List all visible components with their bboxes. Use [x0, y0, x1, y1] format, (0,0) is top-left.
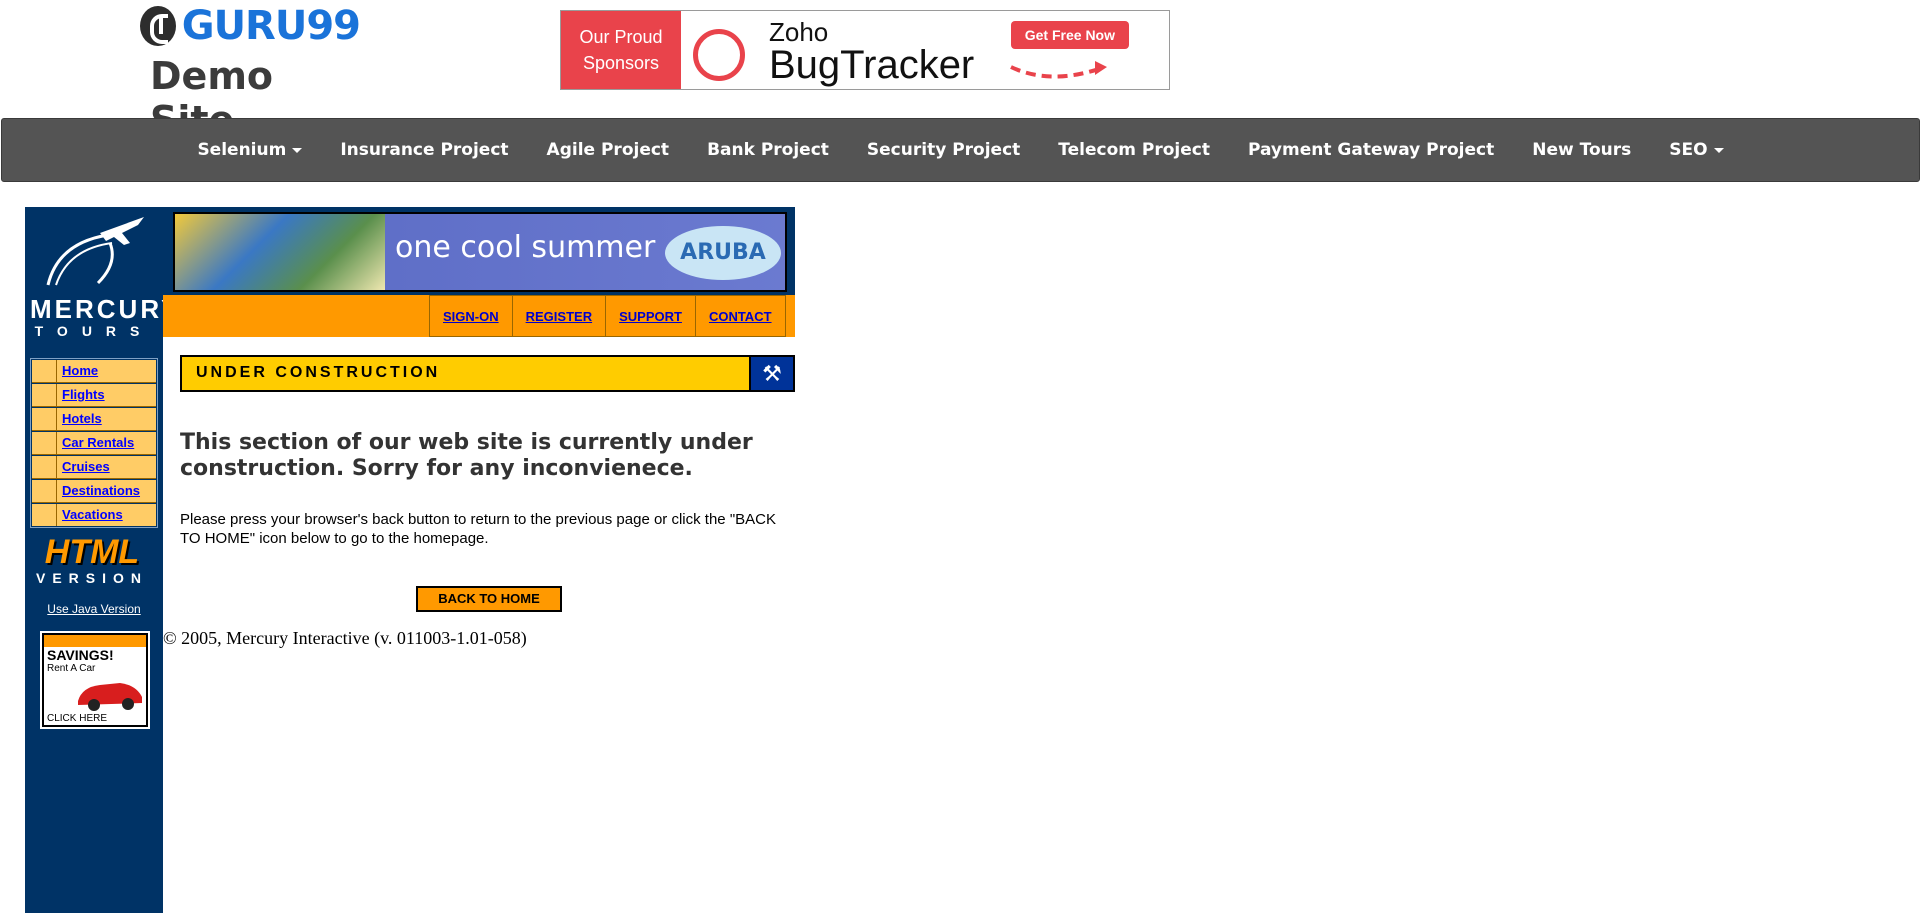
red-car-icon: [78, 683, 142, 711]
sign-on-link[interactable]: SIGN-ON: [429, 295, 512, 337]
side-menu-item: Vacations: [32, 504, 156, 526]
back-to-home-button[interactable]: BACK TO HOME: [416, 586, 562, 612]
construction-message-heading: This section of our web site is currentl…: [180, 430, 753, 481]
tours-logo-text: TOURS: [34, 323, 154, 339]
mercury-logo-text: MERCURY: [30, 294, 182, 324]
side-menu-item: Flights: [32, 384, 156, 407]
nav-seo-label: SEO: [1669, 140, 1708, 160]
menu-bullet: [32, 360, 57, 382]
guru99-logo[interactable]: GURU99 Demo Site: [140, 3, 361, 142]
side-menu-home[interactable]: Home: [57, 360, 156, 382]
menu-bullet: [32, 456, 57, 478]
construction-message-body: Please press your browser's back button …: [180, 511, 776, 547]
nav-seo[interactable]: SEO: [1650, 140, 1742, 160]
savings-top-bar: [44, 635, 146, 647]
side-menu-item: Cruises: [32, 456, 156, 479]
main-navbar: Selenium Insurance Project Agile Project…: [1, 118, 1920, 182]
nav-agile-project[interactable]: Agile Project: [528, 140, 689, 160]
side-menu-cruises[interactable]: Cruises: [57, 456, 156, 478]
use-java-version-link[interactable]: Use Java Version: [30, 602, 158, 616]
nav-insurance-project[interactable]: Insurance Project: [321, 140, 527, 160]
html-version-big: HTML: [44, 533, 140, 571]
banner-text: one cool summer: [395, 230, 656, 265]
logo-text: GURU99: [181, 3, 361, 49]
under-construction-bar: UNDER CONSTRUCTION ⚒: [180, 355, 795, 392]
savings-ad[interactable]: SAVINGS! Rent A Car CLICK HERE: [40, 631, 150, 729]
aruba-logo: ARUBA: [665, 226, 781, 280]
nav-payment-gateway-project[interactable]: Payment Gateway Project: [1229, 140, 1513, 160]
sponsor-banner[interactable]: Our Proud Sponsors Zoho BugTracker Get F…: [560, 10, 1170, 90]
savings-title: SAVINGS!: [47, 647, 114, 663]
nav-bank-project[interactable]: Bank Project: [688, 140, 848, 160]
section-title: UNDER CONSTRUCTION: [196, 364, 441, 381]
tools-icon: ⚒: [749, 357, 793, 390]
side-menu-item: Destinations: [32, 480, 156, 503]
side-menu: Home Flights Hotels Car Rentals Cruises …: [30, 358, 158, 528]
caret-down-icon: [292, 147, 303, 153]
side-menu-hotels[interactable]: Hotels: [57, 408, 156, 430]
side-menu-flights[interactable]: Flights: [57, 384, 156, 406]
bug-icon: [693, 29, 745, 81]
nav-selenium-label: Selenium: [197, 140, 287, 160]
side-menu-car-rentals[interactable]: Car Rentals: [57, 432, 156, 454]
aruba-banner-ad[interactable]: one cool summer ARUBA: [173, 212, 787, 292]
caret-down-icon: [1713, 147, 1724, 153]
savings-cta: CLICK HERE: [47, 713, 108, 724]
side-menu-item: Car Rentals: [32, 432, 156, 455]
menu-bullet: [32, 384, 57, 406]
contact-link[interactable]: CONTACT: [694, 295, 786, 337]
menu-bullet: [32, 504, 57, 526]
get-free-now-button[interactable]: Get Free Now: [1010, 21, 1129, 49]
sponsor-label-line2: Sponsors: [582, 53, 660, 73]
guru99-logo-icon: [140, 6, 176, 46]
side-menu-item: Home: [32, 360, 156, 383]
sponsor-ad: Zoho BugTracker Get Free Now: [681, 11, 1169, 89]
support-link[interactable]: SUPPORT: [605, 295, 695, 337]
side-menu-destinations[interactable]: Destinations: [57, 480, 156, 502]
top-links: SIGN-ON REGISTER SUPPORT CONTACT: [429, 295, 786, 337]
side-menu-item: Hotels: [32, 408, 156, 431]
html-version-badge: HTML VERSION: [34, 534, 150, 586]
savings-ad-body: SAVINGS! Rent A Car CLICK HERE: [44, 647, 146, 725]
copyright-text: © 2005, Mercury Interactive (v. 011003-1…: [163, 628, 527, 648]
side-menu-vacations[interactable]: Vacations: [57, 504, 156, 526]
menu-bullet: [32, 408, 57, 430]
nav-telecom-project[interactable]: Telecom Project: [1039, 140, 1229, 160]
register-link[interactable]: REGISTER: [511, 295, 606, 337]
banner-photo: [175, 214, 385, 290]
mercury-plane-logo-icon: [46, 217, 144, 286]
sponsor-label-line1: Our Proud: [579, 27, 663, 47]
nav-selenium[interactable]: Selenium: [178, 140, 321, 160]
menu-bullet: [32, 432, 57, 454]
sponsor-label: Our Proud Sponsors: [561, 11, 681, 89]
html-version-small: VERSION: [35, 570, 148, 586]
dashed-arrow-icon: [1010, 61, 1107, 79]
savings-subtitle: Rent A Car: [47, 663, 96, 674]
nav-security-project[interactable]: Security Project: [848, 140, 1039, 160]
menu-bullet: [32, 480, 57, 502]
sponsor-brand-main: BugTracker: [769, 43, 975, 87]
nav-new-tours[interactable]: New Tours: [1513, 140, 1650, 160]
